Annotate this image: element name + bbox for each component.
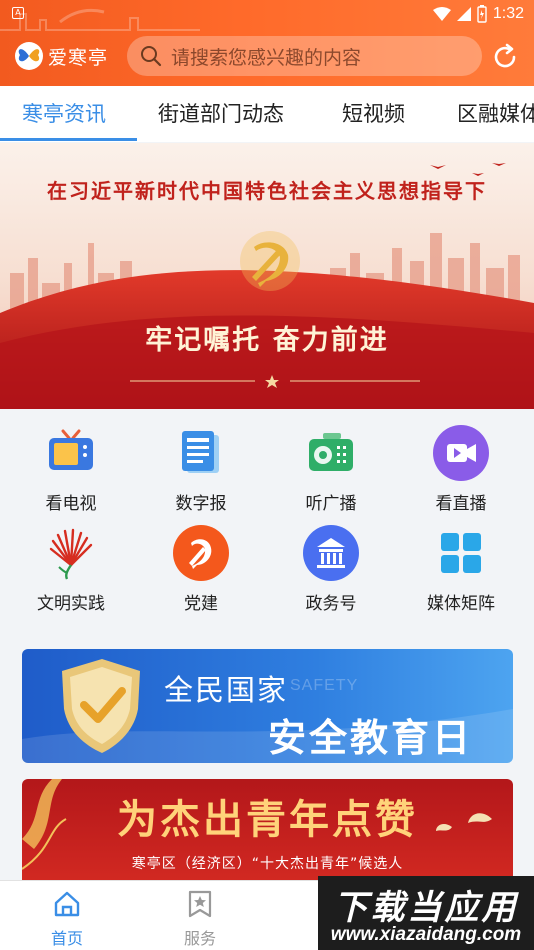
category-tabs: 寒亭资讯 街道部门动态 短视频 区融媒体 — [0, 86, 534, 142]
nav-label: 首页 — [50, 929, 83, 948]
watermark-url: www.xiazaidang.com — [330, 924, 522, 945]
tv-icon — [49, 429, 93, 470]
wifi-icon — [432, 7, 451, 21]
battery-icon — [477, 5, 487, 23]
nav-label: 服务 — [183, 929, 216, 948]
bookmark-star-icon — [188, 890, 212, 918]
grid-label: 文明实践 — [37, 594, 105, 614]
notification-badge: A — [12, 7, 24, 19]
refresh-icon[interactable] — [490, 42, 520, 72]
grid-label: 媒体矩阵 — [427, 594, 495, 614]
service-grid: 看电视 数字报 听广播 看直播 文明实践 党建 政务号 媒体矩阵 — [0, 409, 534, 631]
safety-banner-line2: 安全教育日 — [268, 716, 474, 760]
tab-district-media[interactable]: 区融媒体 — [457, 86, 534, 142]
tab-street-department-news[interactable]: 街道部门动态 — [158, 86, 284, 142]
safety-banner-watermark: SAFETY — [290, 677, 359, 694]
grid-label: 政务号 — [305, 594, 357, 614]
grid-item-live[interactable]: 看直播 — [396, 409, 526, 514]
hero-banner[interactable]: 在习近平新时代中国特色社会主义思想指导下 牢记嘱托 奋力前进 — [0, 143, 534, 409]
grid-item-government-account[interactable]: 政务号 — [266, 509, 396, 614]
civilization-fan-icon — [49, 528, 93, 580]
watermark-title: 下载当应用 — [333, 888, 519, 928]
tab-hanting-news[interactable]: 寒亭资讯 — [22, 86, 106, 142]
butterfly-logo-icon — [15, 42, 43, 70]
search-placeholder: 请搜索您感兴趣的内容 — [171, 46, 362, 69]
clock: 1:32 — [492, 5, 524, 22]
grid-item-radio[interactable]: 听广播 — [266, 409, 396, 514]
grid-item-tv[interactable]: 看电视 — [6, 409, 136, 514]
search-bar[interactable]: 请搜索您感兴趣的内容 — [127, 36, 482, 76]
grid-item-party-building[interactable]: 党建 — [136, 509, 266, 614]
site-watermark: 下载当应用 www.xiazaidang.com — [318, 876, 534, 950]
matrix-grid-icon — [441, 533, 481, 573]
top-header: A 1:32 爱寒亭 请搜索您感兴趣的内容 — [0, 0, 534, 86]
status-icons: 1:32 — [432, 4, 524, 24]
signal-icon — [456, 7, 471, 21]
banner-slogan: 牢记嘱托 奋力前进 — [145, 325, 389, 356]
nav-services[interactable]: 服务 — [155, 881, 245, 950]
app-screen: A 1:32 爱寒亭 请搜索您感兴趣的内容 寒亭资讯 街道部门动态 短视频 区融… — [0, 0, 534, 950]
app-logo[interactable]: 爱寒亭 — [14, 40, 108, 72]
live-video-icon — [433, 425, 489, 481]
safety-education-banner[interactable]: 全民国家 SAFETY 安全教育日 — [22, 649, 513, 763]
banner-title: 在习近平新时代中国特色社会主义思想指导下 — [47, 179, 487, 203]
youth-banner-title: 为杰出青年点赞 — [117, 797, 418, 843]
government-building-icon — [303, 525, 359, 581]
tab-short-video[interactable]: 短视频 — [342, 86, 405, 142]
nav-home[interactable]: 首页 — [22, 881, 112, 950]
radio-icon — [309, 433, 353, 471]
active-tab-indicator — [0, 138, 137, 141]
status-bar: A 1:32 — [0, 0, 534, 28]
newspaper-icon — [182, 431, 219, 473]
grid-item-digital-paper[interactable]: 数字报 — [136, 409, 266, 514]
youth-banner-subtitle: 寒亭区（经济区）“十大杰出青年”候选人 — [131, 856, 404, 872]
app-name: 爱寒亭 — [48, 46, 109, 69]
grid-item-civilization-practice[interactable]: 文明实践 — [6, 509, 136, 614]
home-icon — [54, 891, 80, 917]
youth-award-banner[interactable]: 为杰出青年点赞 寒亭区（经济区）“十大杰出青年”候选人 — [22, 779, 513, 889]
search-icon — [141, 46, 162, 67]
grid-item-media-matrix[interactable]: 媒体矩阵 — [396, 509, 526, 614]
party-emblem-icon — [173, 525, 229, 581]
grid-label: 党建 — [184, 594, 218, 614]
safety-banner-line1: 全民国家 — [164, 673, 289, 707]
